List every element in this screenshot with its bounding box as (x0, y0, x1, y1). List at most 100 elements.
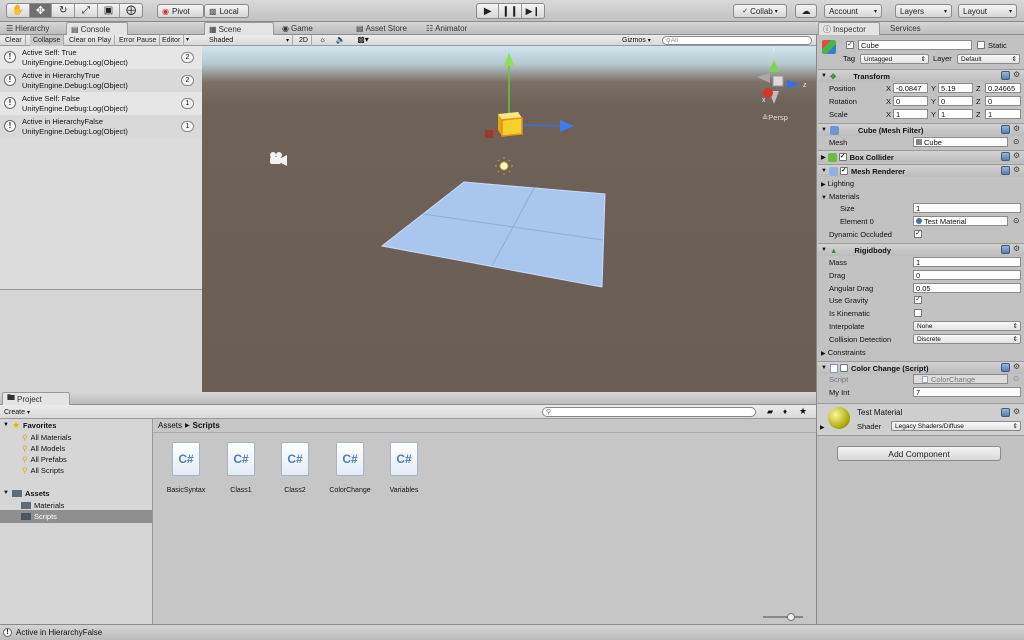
mesh-renderer-header[interactable]: ▼ ✓ Mesh Renderer (818, 164, 1024, 177)
triangle-right-icon[interactable]: ▶ (820, 424, 825, 431)
mesh-renderer-enabled-checkbox[interactable]: ✓ (839, 167, 848, 175)
tab-animator[interactable]: ☷ Animator (422, 22, 492, 35)
tab-inspector[interactable]: ⓘ Inspector (818, 22, 880, 35)
scale-tool-icon[interactable]: ⤢ (75, 4, 98, 17)
angular-drag-field[interactable]: 0.05 (913, 283, 1021, 293)
gear-icon[interactable]: ⚙ (1013, 125, 1021, 133)
cloud-button[interactable]: ☁ (795, 4, 817, 18)
asset-file[interactable]: C# ColorChange (328, 442, 372, 497)
asset-file[interactable]: C# Class2 (273, 442, 317, 497)
tab-scene[interactable]: ▦ Scene (204, 22, 274, 35)
gizmos-dropdown[interactable]: Gizmos ▾ (622, 35, 659, 46)
tab-asset-store[interactable]: ▤ Asset Store (352, 22, 420, 35)
create-dropdown[interactable]: Create ▾ (4, 407, 30, 417)
mass-field[interactable]: 1 (913, 257, 1021, 267)
search-by-type-icon[interactable]: ▰ (767, 407, 773, 416)
move-tool-icon[interactable]: ✥ (29, 4, 53, 17)
breadcrumb-assets[interactable]: Assets (158, 421, 182, 430)
rotation-x-field[interactable]: 0 (893, 96, 928, 106)
help-icon[interactable] (1001, 408, 1010, 417)
lighting-foldout[interactable]: ▶ Lighting (821, 179, 854, 188)
transform-header[interactable]: ▼ ✥ Transform (818, 69, 1024, 82)
scale-y-field[interactable]: 1 (938, 109, 973, 119)
breadcrumb-scripts[interactable]: Scripts (193, 421, 220, 430)
color-change-enabled-checkbox[interactable] (839, 364, 848, 372)
gear-icon[interactable]: ⚙ (1013, 245, 1021, 253)
effects-dropdown-icon[interactable]: ▩▾ (352, 35, 374, 46)
gear-icon[interactable]: ⚙ (1013, 152, 1021, 160)
play-button[interactable]: ▶ (477, 4, 500, 18)
add-component-button[interactable]: Add Component (837, 446, 1001, 461)
layout-dropdown[interactable]: Layout ▾ (958, 4, 1017, 18)
help-icon[interactable] (1001, 152, 1010, 161)
drag-field[interactable]: 0 (913, 270, 1021, 280)
assets-row[interactable]: ▼ Assets (0, 487, 152, 500)
account-dropdown[interactable]: Account ▾ (824, 4, 882, 18)
tab-services[interactable]: Services (886, 22, 946, 35)
console-entry[interactable]: ! Active in HierarchyFalse UnityEngine.D… (0, 115, 202, 138)
position-z-field[interactable]: 0.24665 (985, 83, 1021, 93)
position-y-field[interactable]: 5.19 (938, 83, 973, 93)
console-detail-pane[interactable] (0, 289, 202, 392)
position-x-field[interactable]: -0.0847 (893, 83, 928, 93)
favorites-row[interactable]: ▼ ★ Favorites (0, 419, 152, 432)
help-icon[interactable] (1001, 166, 1010, 175)
tab-project[interactable]: 🖿 Project (2, 392, 70, 405)
object-picker-icon[interactable]: ⊙ (1013, 216, 1019, 225)
console-entry[interactable]: ! Active Self: False UnityEngine.Debug:L… (0, 92, 202, 115)
rigidbody-header[interactable]: ▼ ▲ Rigidbody (818, 243, 1024, 256)
dynamic-occluded-checkbox[interactable]: ✓ (914, 230, 922, 238)
pivot-toggle[interactable]: ◉ Pivot (157, 4, 204, 18)
rotation-z-field[interactable]: 0 (985, 96, 1021, 106)
console-collapse-button[interactable]: Collapse (30, 35, 65, 46)
materials-foldout[interactable]: ▼ Materials (821, 192, 859, 201)
rect-tool-icon[interactable]: ▣ (98, 4, 121, 17)
asset-file[interactable]: C# Variables (382, 442, 426, 497)
scene-search-input[interactable]: ⚲ All (662, 36, 812, 45)
size-field[interactable]: 1 (913, 203, 1021, 213)
help-icon[interactable] (1001, 245, 1010, 254)
persp-label[interactable]: ≗Persp (762, 113, 788, 122)
status-bar[interactable]: ! Active in HierarchyFalse (0, 624, 1024, 640)
gear-icon[interactable]: ⚙ (1013, 166, 1021, 174)
static-checkbox[interactable] (977, 41, 985, 49)
mesh-filter-header[interactable]: ▼ Cube (Mesh Filter) (818, 123, 1024, 136)
lighting-toggle-icon[interactable]: ☼ (315, 35, 330, 46)
search-by-label-icon[interactable]: ♦ (783, 407, 787, 416)
scene-viewport[interactable]: y z x ≗Persp (202, 46, 816, 392)
help-icon[interactable] (1001, 363, 1010, 372)
step-button[interactable]: ▶❙ (522, 4, 544, 18)
active-checkbox[interactable]: ✓ (846, 41, 854, 49)
shader-dropdown[interactable]: Legacy Shaders/Diffuse ⇕ (891, 421, 1021, 431)
slider-thumb[interactable] (787, 613, 795, 621)
project-search-input[interactable]: ⚲ (542, 407, 756, 417)
console-clear-on-play-button[interactable]: Clear on Play (66, 35, 116, 46)
help-icon[interactable] (1001, 71, 1010, 80)
console-editor-dropdown[interactable]: Editor (159, 35, 185, 46)
mesh-field[interactable]: Cube (913, 137, 1008, 147)
console-clear-button[interactable]: Clear (2, 35, 26, 46)
scale-z-field[interactable]: 1 (985, 109, 1021, 119)
color-change-header[interactable]: ▼ Color Change (Script) (818, 361, 1024, 374)
help-icon[interactable] (1001, 125, 1010, 134)
asset-file[interactable]: C# BasicSyntax (164, 442, 208, 497)
box-collider-header[interactable]: ▶ ✓ Box Collider (818, 150, 1024, 163)
collab-dropdown[interactable]: ✓ Collab ▾ (733, 4, 787, 18)
is-kinematic-checkbox[interactable] (914, 309, 922, 317)
favorite-item[interactable]: ⚲ All Scripts (0, 464, 152, 477)
shading-dropdown[interactable]: Shaded ▾ (206, 35, 293, 46)
gear-icon[interactable]: ⚙ (1013, 363, 1021, 371)
console-entry[interactable]: ! Active Self: True UnityEngine.Debug:Lo… (0, 46, 202, 69)
tab-hierarchy[interactable]: ☰ Hierarchy (2, 22, 64, 35)
console-entry[interactable]: ! Active in HierarchyTrue UnityEngine.De… (0, 69, 202, 92)
rotation-y-field[interactable]: 0 (938, 96, 973, 106)
transform-tool-icon[interactable]: ⨁ (120, 4, 142, 17)
element0-field[interactable]: Test Material (913, 216, 1008, 226)
collision-detection-dropdown[interactable]: Discrete ⇕ (913, 334, 1021, 344)
favorite-star-icon[interactable]: ★ (799, 406, 807, 417)
tag-dropdown[interactable]: Untagged ⇕ (860, 54, 929, 64)
box-collider-enabled-checkbox[interactable]: ✓ (838, 153, 847, 161)
pause-button[interactable]: ❙❙ (499, 4, 522, 18)
console-error-pause-button[interactable]: Error Pause (116, 35, 161, 46)
constraints-foldout[interactable]: ▶ Constraints (821, 348, 866, 357)
